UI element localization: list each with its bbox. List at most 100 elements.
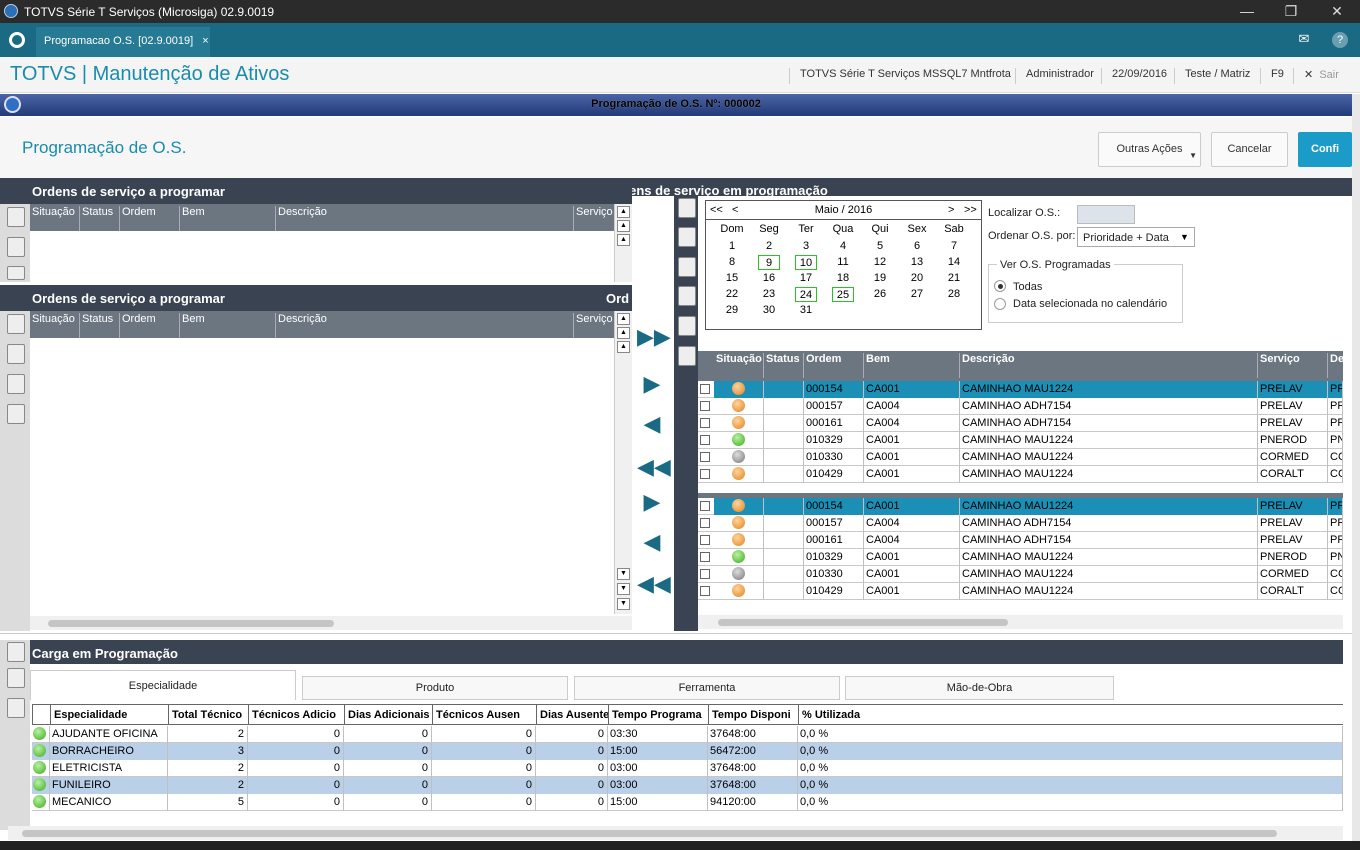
table-row[interactable]: 010429CA001CAMINHAO MAU1224CORALTCC (698, 583, 1343, 600)
next-month-button[interactable]: > (948, 204, 954, 216)
edit-document-icon[interactable] (7, 207, 25, 227)
calendar-day[interactable]: 12 (862, 255, 898, 270)
calendar-day[interactable]: 29 (714, 303, 750, 318)
calendar-day[interactable]: 24 (795, 287, 817, 302)
table-row[interactable]: ELETRICISTA 2 0 0 0 0 03:00 37648:00 0,0 % (32, 760, 1343, 777)
grid2-scrollbar[interactable]: ▲ ▲ ▲ ▼ ▼ ▼ (614, 311, 632, 614)
f9-button[interactable]: F9 (1260, 68, 1284, 84)
exit-button[interactable]: ✕ Sair (1293, 68, 1339, 84)
table-row[interactable]: 000157CA004CAMINHAO ADH7154PRELAVPR (698, 398, 1343, 415)
col-de[interactable]: De (1328, 353, 1344, 378)
calendar-day[interactable]: 4 (825, 239, 861, 254)
grid2-hscrollbar[interactable] (30, 616, 632, 630)
move-left-icon[interactable]: ◀ (637, 411, 667, 437)
calendar-day[interactable]: 23 (751, 287, 787, 302)
scroll-top-icon[interactable]: ▲ (617, 313, 630, 325)
calendar-day[interactable]: 30 (751, 303, 787, 318)
calendar-day[interactable]: 31 (788, 303, 824, 318)
next-year-button[interactable]: >> (964, 204, 977, 216)
row-checkbox[interactable] (700, 501, 710, 511)
print-icon[interactable] (678, 316, 696, 336)
locate-input[interactable] (1077, 205, 1135, 224)
col-servico[interactable]: Serviço (574, 313, 614, 338)
col-bem[interactable]: Bem (180, 206, 276, 231)
col-header[interactable]: Total Técnico (168, 704, 248, 725)
calendar-day[interactable]: 13 (899, 255, 935, 270)
row-checkbox[interactable] (700, 418, 710, 428)
help-icon[interactable]: ? (1332, 32, 1348, 48)
scroll-up-icon[interactable]: ▲ (617, 327, 630, 339)
close-icon[interactable]: ✕ (1322, 3, 1352, 20)
user-icon[interactable] (7, 698, 25, 718)
tab-especialidade[interactable]: Especialidade (30, 670, 296, 700)
tab-programacao[interactable]: Programacao O.S. [02.9.0019] × (36, 27, 210, 57)
table-row[interactable]: 000154CA001CAMINHAO MAU1224PRELAVPR (698, 498, 1343, 515)
table-row[interactable]: FUNILEIRO 2 0 0 0 0 03:00 37648:00 0,0 % (32, 777, 1343, 794)
col-header[interactable]: Dias Ausente (536, 704, 608, 725)
calendar-day[interactable]: 14 (936, 255, 972, 270)
scroll-up-icon[interactable]: ▲ (617, 220, 630, 232)
move-all-right-icon[interactable]: ▶▶ (637, 324, 671, 350)
window-scrollbar[interactable] (1352, 94, 1360, 850)
calendar-day[interactable]: 7 (936, 239, 972, 254)
col-status[interactable]: Status (764, 353, 804, 378)
calendar-day[interactable]: 19 (862, 271, 898, 286)
move-all-left-2-icon[interactable]: ◀◀ (637, 571, 671, 597)
report-icon[interactable] (678, 346, 696, 366)
row-checkbox[interactable] (700, 518, 710, 528)
col-header[interactable]: % Utilizada (798, 704, 1343, 725)
col-situacao[interactable]: Situação (714, 353, 764, 378)
totvs-logo-icon[interactable] (9, 32, 25, 48)
move-right-icon[interactable]: ▶ (637, 371, 667, 397)
other-actions-button[interactable]: Outras Ações ▼ (1098, 132, 1201, 167)
calendar-day[interactable]: 15 (714, 271, 750, 286)
col-header[interactable]: Tempo Disponi (708, 704, 798, 725)
table-row[interactable]: MECANICO 5 0 0 0 0 15:00 94120:00 0,0 % (32, 794, 1343, 811)
calendar-day[interactable]: 28 (936, 287, 972, 302)
mail-icon[interactable]: ✉ (1294, 31, 1314, 49)
calendar-day[interactable]: 3 (788, 239, 824, 254)
table-row[interactable]: 010429CA001CAMINHAO MAU1224CORALTCC (698, 466, 1343, 483)
col-descricao[interactable]: Descrição (960, 353, 1258, 378)
col-descricao[interactable]: Descrição (276, 206, 574, 231)
row-checkbox[interactable] (700, 435, 710, 445)
grid1-scrollbar[interactable]: ▲ ▲ ▲ (614, 204, 632, 282)
col-ordem[interactable]: Ordem (804, 353, 864, 378)
document-icon[interactable] (7, 237, 25, 257)
calendar-day[interactable]: 18 (825, 271, 861, 286)
calendar-day[interactable]: 22 (714, 287, 750, 302)
scroll-down2-icon[interactable]: ▼ (617, 583, 630, 595)
tools-icon[interactable] (678, 286, 696, 306)
edit-document-icon[interactable] (7, 314, 25, 334)
col-header[interactable]: Dias Adicionais (344, 704, 432, 725)
table-row[interactable]: BORRACHEIRO 3 0 0 0 0 15:00 56472:00 0,0 % (32, 743, 1343, 760)
col-servico[interactable]: Serviço (1258, 353, 1328, 378)
calendar-day[interactable]: 5 (862, 239, 898, 254)
confirm-button[interactable]: Confi (1298, 132, 1352, 167)
radio-all[interactable] (994, 280, 1006, 292)
scroll-up2-icon[interactable]: ▲ (617, 234, 630, 246)
move-right-2-icon[interactable]: ▶ (637, 489, 667, 515)
calendar-day[interactable]: 26 (862, 287, 898, 302)
calendar-day[interactable]: 8 (714, 255, 750, 270)
tab-close-icon[interactable]: × (202, 35, 208, 47)
col-bem[interactable]: Bem (180, 313, 276, 338)
calendar-day[interactable]: 25 (832, 287, 854, 302)
col-status[interactable]: Status (80, 313, 120, 338)
splitter[interactable] (0, 633, 1352, 639)
document-icon[interactable] (7, 344, 25, 364)
maximize-icon[interactable]: ❐ (1276, 3, 1306, 20)
col-situacao[interactable]: Situação (30, 313, 80, 338)
calendar-day[interactable]: 20 (899, 271, 935, 286)
scroll-up2-icon[interactable]: ▲ (617, 341, 630, 353)
tab-produto[interactable]: Produto (302, 676, 568, 700)
calendar-day[interactable]: 9 (758, 255, 780, 270)
search-document-icon[interactable] (678, 257, 696, 277)
col-servico[interactable]: Serviço (574, 206, 614, 231)
move-all-left-icon[interactable]: ◀◀ (637, 454, 671, 480)
calendar-day[interactable]: 1 (714, 239, 750, 254)
col-header[interactable]: Tempo Programa (608, 704, 708, 725)
col-ordem[interactable]: Ordem (120, 206, 180, 231)
table-row[interactable]: 010329CA001CAMINHAO MAU1224PNERODPN (698, 432, 1343, 449)
table-row[interactable]: 000157CA004CAMINHAO ADH7154PRELAVPR (698, 515, 1343, 532)
